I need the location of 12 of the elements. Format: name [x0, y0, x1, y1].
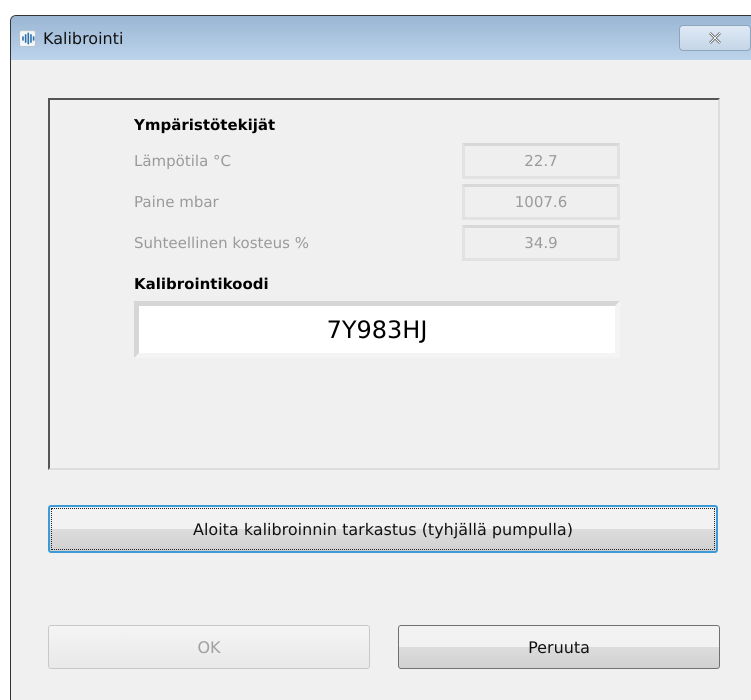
code-input-field[interactable]: 7Y983HJ — [134, 301, 620, 358]
app-icon — [19, 30, 36, 46]
close-icon — [707, 32, 723, 44]
start-check-button[interactable]: Aloita kalibroinnin tarkastus (tyhjällä pumpulla) — [48, 505, 718, 553]
window-title: Kalibrointi — [43, 28, 124, 48]
close-button[interactable] — [679, 25, 751, 51]
section-heading: Kalibrointikoodi — [134, 275, 270, 293]
field-label: Lämpötila °C — [134, 152, 232, 170]
section-heading: Ympäristötekijät — [134, 116, 276, 134]
field-label: Suhteellinen kosteus % — [134, 234, 309, 252]
field-label: Paine mbar — [134, 193, 219, 211]
dialog-button[interactable]: Peruuta — [398, 625, 720, 669]
